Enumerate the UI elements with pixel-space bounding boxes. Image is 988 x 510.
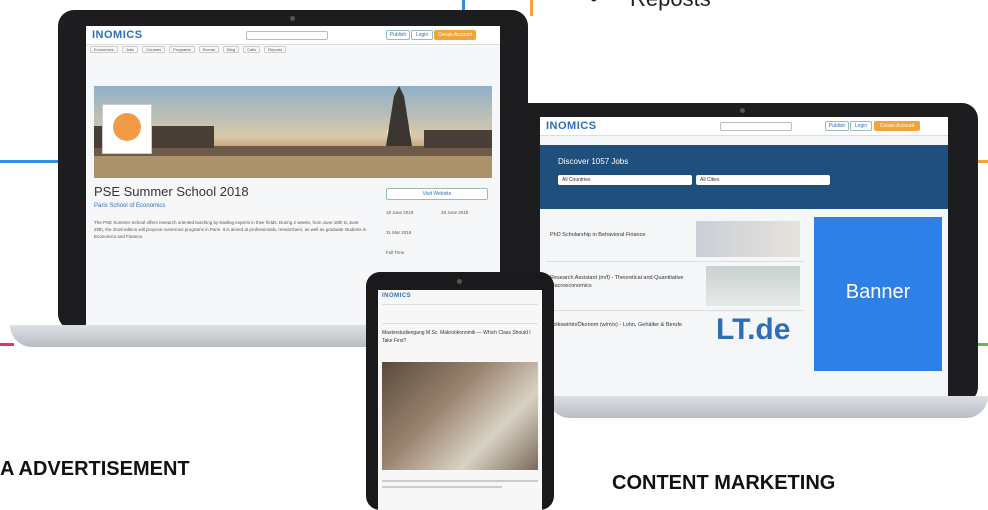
page-title: PSE Summer School 2018 [94, 184, 249, 199]
job-title[interactable]: PhD Scholarship in Behavioral Finance [550, 231, 690, 239]
lt-de-logo: LT.de [716, 313, 791, 346]
start-date: 18 June 2018 [386, 210, 414, 215]
site-logo[interactable]: INOMICS [382, 293, 411, 299]
nav-item[interactable]: Jobs [121, 46, 139, 53]
description-text: The PSE Summer School offers research or… [94, 220, 367, 239]
camera-icon [457, 279, 462, 284]
right-laptop: INOMICS Publish Login Create Account Dis… [508, 103, 978, 403]
publish-button[interactable]: Publish [825, 121, 849, 131]
text-line [382, 486, 502, 488]
nav-item[interactable]: Events [198, 46, 219, 53]
create-account-button[interactable]: Create Account [434, 30, 476, 40]
reposts-bullet: •Reposts [590, 0, 711, 12]
site-logo[interactable]: INOMICS [92, 29, 143, 41]
site-logo[interactable]: INOMICS [546, 120, 597, 132]
tablet-screen: INOMICS Masterstudiengang M.Sc. Makroöko… [378, 290, 542, 510]
site-header: INOMICS Publish Login Create Account [540, 117, 948, 136]
article-photo [382, 362, 538, 470]
end-date: 29 June 2018 [441, 210, 469, 215]
reposts-label: Reposts [630, 0, 711, 11]
blue-line-left [0, 160, 62, 163]
job-title[interactable]: Volkswirtin/Ökonom (w/m/x) - Lohn, Gehäl… [550, 321, 690, 329]
red-line-left [0, 343, 14, 346]
city-select[interactable]: All Cities [696, 175, 830, 185]
nav-item[interactable]: Programs [169, 46, 195, 53]
job-image [706, 266, 800, 306]
job-list: PhD Scholarship in Behavioral Finance Re… [546, 217, 804, 359]
tablet: INOMICS Masterstudiengang M.Sc. Makroöko… [366, 272, 554, 510]
tablet-nav [382, 304, 538, 324]
login-button[interactable]: Login [850, 121, 872, 131]
nav-item[interactable]: Courses [142, 46, 166, 53]
orange-line-top [530, 0, 533, 16]
camera-icon [290, 16, 295, 21]
nav-item[interactable]: Economics [90, 46, 118, 53]
jobs-hero-title: Discover 1057 Jobs [558, 157, 629, 166]
article-heading: Masterstudiengang M.Sc. Makroökonomik — … [382, 330, 531, 344]
school-logo [102, 104, 152, 154]
right-laptop-base [548, 396, 988, 418]
job-title[interactable]: Research Assistant (m/f) - Theoretical a… [550, 274, 700, 291]
list-item[interactable]: Research Assistant (m/f) - Theoretical a… [546, 262, 804, 311]
study-type: Full Time [386, 250, 405, 255]
right-laptop-screen: INOMICS Publish Login Create Account Dis… [540, 117, 948, 401]
site-nav: Economics Jobs Courses Programs Events B… [90, 46, 496, 55]
search-input[interactable] [720, 122, 792, 131]
deadline-date: 31 Mar 2018 [386, 230, 412, 235]
create-account-button[interactable]: Create Account [874, 121, 920, 131]
jobs-hero: Discover 1057 Jobs All Countries All Cit… [540, 145, 948, 209]
nav-item[interactable]: Reports [264, 46, 287, 53]
nav-item[interactable]: Calls [243, 46, 261, 53]
banner-ad[interactable]: Banner [814, 217, 942, 371]
content-marketing-label: CONTENT MARKETING [612, 472, 836, 494]
banner-label: Banner [845, 281, 911, 303]
job-image [696, 221, 800, 257]
nav-item[interactable]: Blog [223, 46, 240, 53]
visit-website-button[interactable]: Visit Website [386, 188, 488, 200]
site-header: INOMICS Publish Login Create Account [86, 26, 500, 45]
list-item[interactable]: PhD Scholarship in Behavioral Finance [546, 217, 804, 262]
list-item[interactable]: Volkswirtin/Ökonom (w/m/x) - Lohn, Gehäl… [546, 311, 804, 359]
search-input[interactable] [246, 31, 328, 40]
advertisement-label: A ADVERTISEMENT [0, 458, 190, 480]
country-select[interactable]: All Countries [558, 175, 692, 185]
hero-image [94, 86, 492, 178]
text-line [382, 480, 538, 482]
login-button[interactable]: Login [411, 30, 433, 40]
paris-skyline-illustration [94, 86, 492, 178]
camera-icon [740, 108, 745, 113]
publish-button[interactable]: Publish [386, 30, 410, 40]
school-link[interactable]: Paris School of Economics [94, 202, 165, 211]
